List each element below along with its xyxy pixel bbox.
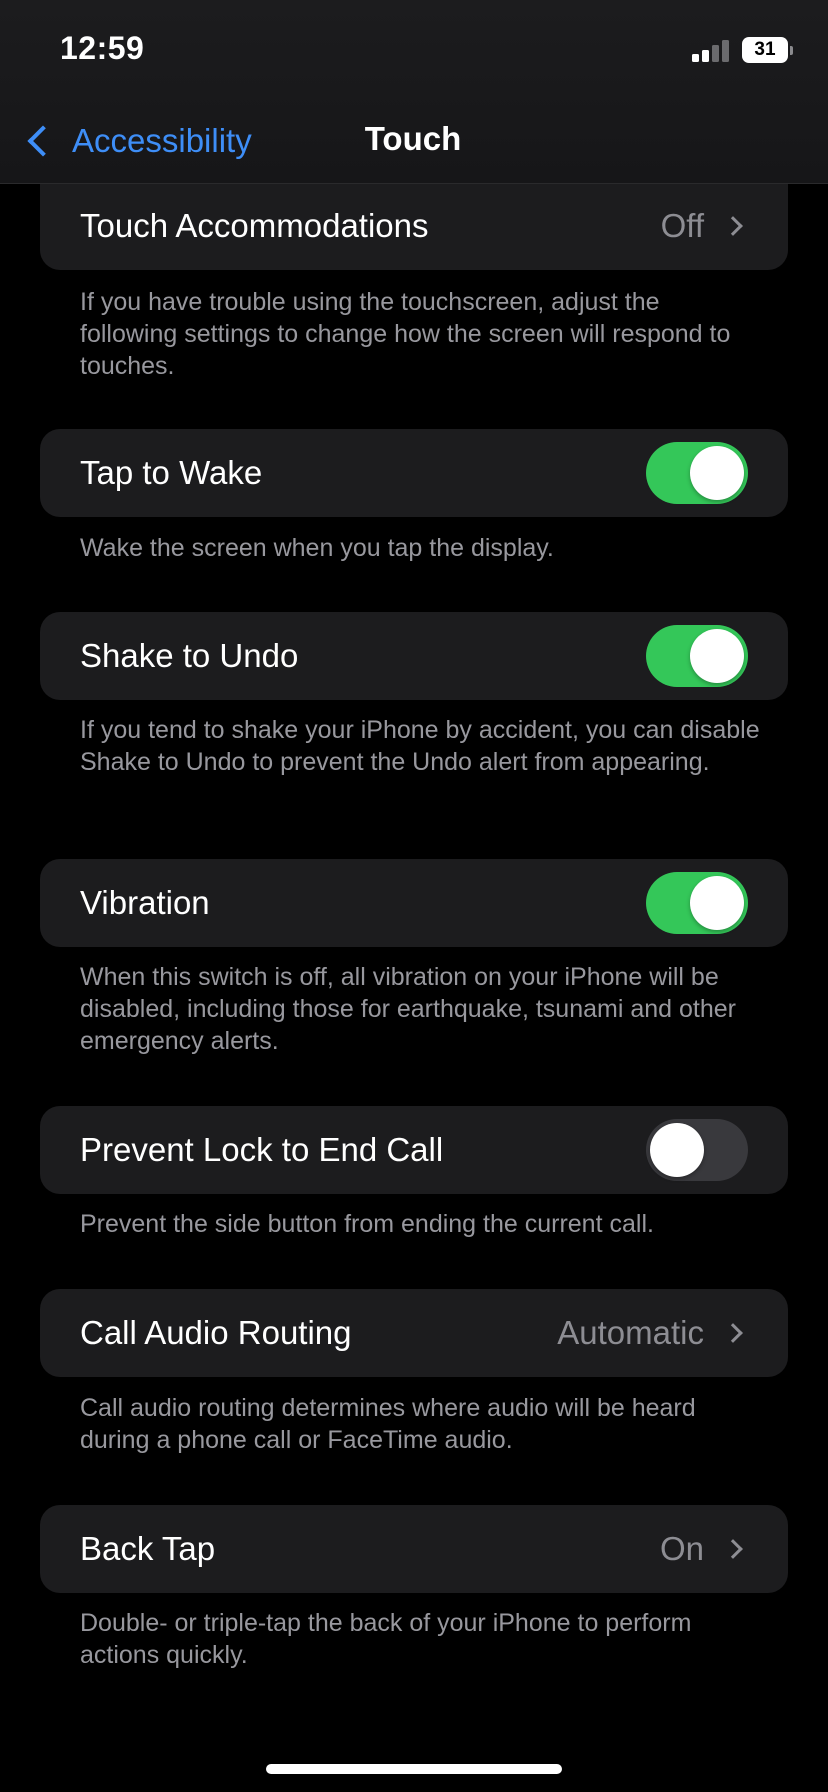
call-audio-routing-value: Automatic xyxy=(557,1314,704,1351)
prevent-lock-footer: Prevent the side button from ending the … xyxy=(80,1210,654,1238)
tap-to-wake-row: Tap to Wake xyxy=(40,429,788,517)
shake-to-undo-row: Shake to Undo xyxy=(40,612,788,700)
touch-accommodations-row[interactable]: Touch Accommodations Off xyxy=(40,182,788,270)
touch-accommodations-label: Touch Accommodations xyxy=(80,207,429,244)
battery-level: 31 xyxy=(754,39,776,60)
prevent-lock-row: Prevent Lock to End Call xyxy=(40,1106,788,1194)
status-time: 12:59 xyxy=(60,30,145,66)
navigation-header: 12:59 31 Accessibility Touch xyxy=(0,0,828,184)
page-title: Touch xyxy=(0,120,828,158)
tap-to-wake-toggle[interactable] xyxy=(646,442,748,504)
vibration-footer: When this switch is off, all vibration o… xyxy=(80,963,736,1055)
chevron-right-icon xyxy=(723,1323,743,1343)
prevent-lock-toggle[interactable] xyxy=(646,1119,748,1181)
tap-to-wake-footer: Wake the screen when you tap the display… xyxy=(80,534,554,562)
chevron-right-icon xyxy=(723,1539,743,1559)
page-title-text: Touch xyxy=(364,120,462,157)
touch-accommodations-footer: If you have trouble using the touchscree… xyxy=(80,288,731,380)
back-tap-value: On xyxy=(659,1530,704,1567)
touch-settings-screen: Touch Accommodations Off If you have tro… xyxy=(0,0,828,1792)
vibration-toggle[interactable] xyxy=(646,872,748,934)
shake-to-undo-footer: If you tend to shake your iPhone by acci… xyxy=(80,716,760,776)
call-audio-routing-footer: Call audio routing determines where audi… xyxy=(80,1394,696,1454)
battery-icon: 31 xyxy=(742,37,793,63)
touch-accommodations-value: Off xyxy=(660,207,704,244)
call-audio-routing-row[interactable]: Call Audio Routing Automatic xyxy=(40,1289,788,1377)
chevron-right-icon xyxy=(723,216,743,236)
back-tap-label: Back Tap xyxy=(80,1530,216,1567)
home-indicator[interactable] xyxy=(266,1764,562,1774)
call-audio-routing-label: Call Audio Routing xyxy=(80,1314,352,1351)
settings-list[interactable]: Touch Accommodations Off If you have tro… xyxy=(0,0,828,1792)
vibration-row: Vibration xyxy=(40,859,788,947)
toggle-knob xyxy=(650,1123,704,1177)
toggle-knob xyxy=(690,876,744,930)
cellular-signal-icon xyxy=(692,40,732,62)
back-tap-row[interactable]: Back Tap On xyxy=(40,1505,788,1593)
shake-to-undo-toggle[interactable] xyxy=(646,625,748,687)
toggle-knob xyxy=(690,446,744,500)
back-tap-footer: Double- or triple-tap the back of your i… xyxy=(80,1609,692,1669)
toggle-knob xyxy=(690,629,744,683)
